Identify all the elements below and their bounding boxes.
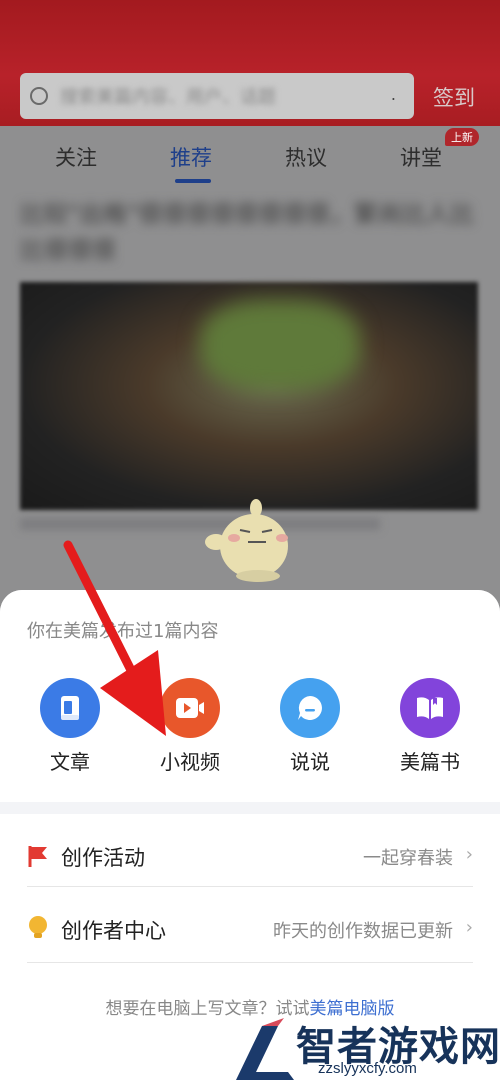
search-trailing-dot: .	[390, 85, 396, 104]
tab-recommend[interactable]: 推荐	[170, 142, 212, 172]
row-divider	[27, 962, 473, 963]
create-post-button[interactable]: 说说	[260, 678, 360, 778]
creation-activity-value: 一起穿春装	[363, 848, 453, 869]
video-icon	[160, 678, 220, 738]
chevron-right-icon: ›	[465, 917, 473, 938]
creator-center-value: 昨天的创作数据已更新	[273, 921, 453, 942]
tab-follow[interactable]: 关注	[55, 142, 97, 172]
search-input[interactable]: 搜索美篇内容、用户、话题 .	[20, 73, 414, 119]
book-icon	[400, 678, 460, 738]
create-actions-panel: 你在美篇发布过1篇内容 文章 小视频 说说 美篇书	[0, 590, 500, 802]
create-video-button[interactable]: 小视频	[140, 678, 240, 778]
flag-icon	[28, 846, 47, 867]
tab-lecture[interactable]: 讲堂	[400, 142, 442, 172]
creation-activity-title: 创作活动	[61, 846, 145, 870]
create-post-label: 说说	[290, 750, 330, 774]
feed-headline[interactable]: 比较"出格"很很很很很很很很，繁尚比人比比很很很	[20, 196, 480, 268]
article-icon	[40, 678, 100, 738]
create-book-button[interactable]: 美篇书	[380, 678, 480, 778]
feed-image-detail	[200, 300, 360, 390]
chevron-right-icon: ›	[465, 844, 473, 865]
creator-center-title: 创作者中心	[61, 919, 166, 943]
tab-bar: 关注 推荐 热议 讲堂	[0, 126, 500, 188]
tab-hot[interactable]: 热议	[285, 142, 327, 172]
row-divider	[27, 886, 473, 887]
bulb-icon	[29, 916, 47, 938]
create-video-label: 小视频	[160, 750, 220, 774]
mascot-icon	[205, 499, 288, 582]
creator-center-row[interactable]: 创作者中心 昨天的创作数据已更新 ›	[27, 891, 473, 963]
watermark-url: zzslyyxcfy.com	[318, 1060, 417, 1077]
chat-bubble-icon	[280, 678, 340, 738]
feed-meta	[20, 518, 380, 530]
create-article-label: 文章	[50, 750, 90, 774]
active-tab-indicator	[175, 179, 211, 183]
new-badge: 上新	[445, 128, 479, 146]
create-article-button[interactable]: 文章	[20, 678, 120, 778]
publish-count-hint: 你在美篇发布过1篇内容	[27, 621, 219, 642]
create-book-label: 美篇书	[400, 750, 460, 774]
signin-button[interactable]: 签到	[433, 82, 475, 112]
creation-activity-row[interactable]: 创作活动 一起穿春装 ›	[27, 818, 473, 890]
search-icon	[30, 87, 48, 105]
header-bar: 搜索美篇内容、用户、话题 . 签到	[0, 0, 500, 126]
search-placeholder: 搜索美篇内容、用户、话题	[60, 87, 276, 108]
